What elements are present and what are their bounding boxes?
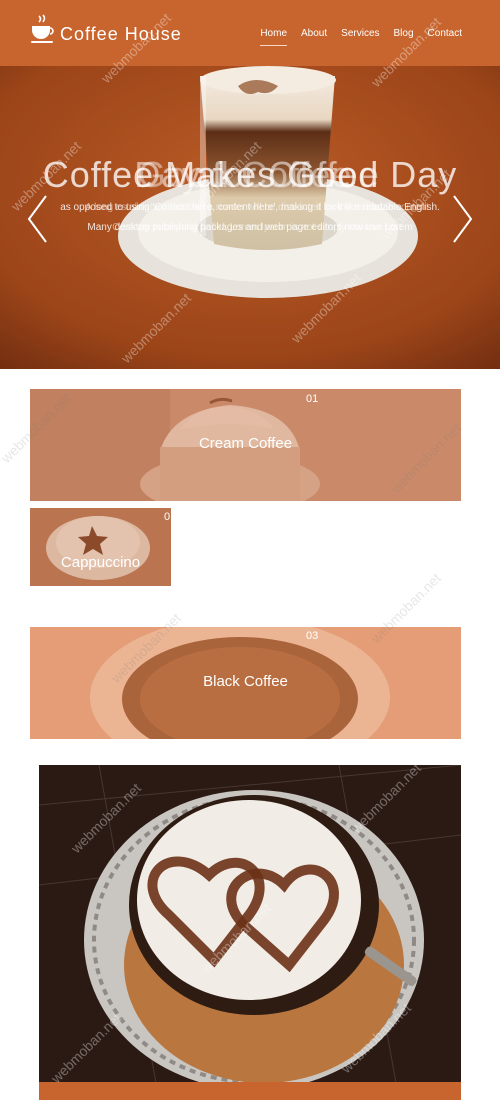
feature-title: Cappuccino <box>60 554 141 571</box>
feature-card-cappuccino[interactable]: 0 Cappuccino <box>30 508 171 586</box>
latte-art-image <box>39 765 461 1100</box>
top-header: Coffee House Home About Services Blog Co… <box>0 0 500 66</box>
brand-name[interactable]: Coffee House <box>60 24 182 45</box>
cappuccino-photo <box>30 508 171 586</box>
nav-home[interactable]: Home <box>260 28 287 46</box>
nav-contact[interactable]: Contact <box>428 28 462 39</box>
latte-bottom-bar <box>39 1082 461 1100</box>
main-nav: Home About Services Blog Contact <box>246 28 462 46</box>
feature-card-cream-coffee[interactable]: 01 Cream Coffee <box>30 389 461 501</box>
feature-number: 0 <box>164 511 171 523</box>
hero-slider: Good Coffee Day for Coffee Coffee Makes … <box>0 66 500 369</box>
feature-number: 01 <box>306 393 319 405</box>
chevron-left-icon[interactable] <box>26 194 48 244</box>
hero-text-line-2: Many desktop publishing packages and web… <box>87 222 413 233</box>
feature-number: 03 <box>306 630 319 642</box>
latte-heart-photo <box>39 765 461 1100</box>
nav-about[interactable]: About <box>301 28 327 39</box>
hero-text-line-1: as opposed to using 'Content here, conte… <box>60 202 440 213</box>
feature-card-black-coffee[interactable]: 03 Black Coffee <box>30 627 461 739</box>
chevron-right-icon[interactable] <box>452 194 474 244</box>
hero-title: Coffee Makes Good Day <box>42 154 458 195</box>
coffee-cup-icon[interactable] <box>30 14 54 44</box>
hero-coffee-photo <box>0 66 500 369</box>
feature-title: Cream Coffee <box>198 435 293 452</box>
nav-services[interactable]: Services <box>341 28 379 39</box>
nav-blog[interactable]: Blog <box>394 28 414 39</box>
feature-title: Black Coffee <box>203 673 288 690</box>
